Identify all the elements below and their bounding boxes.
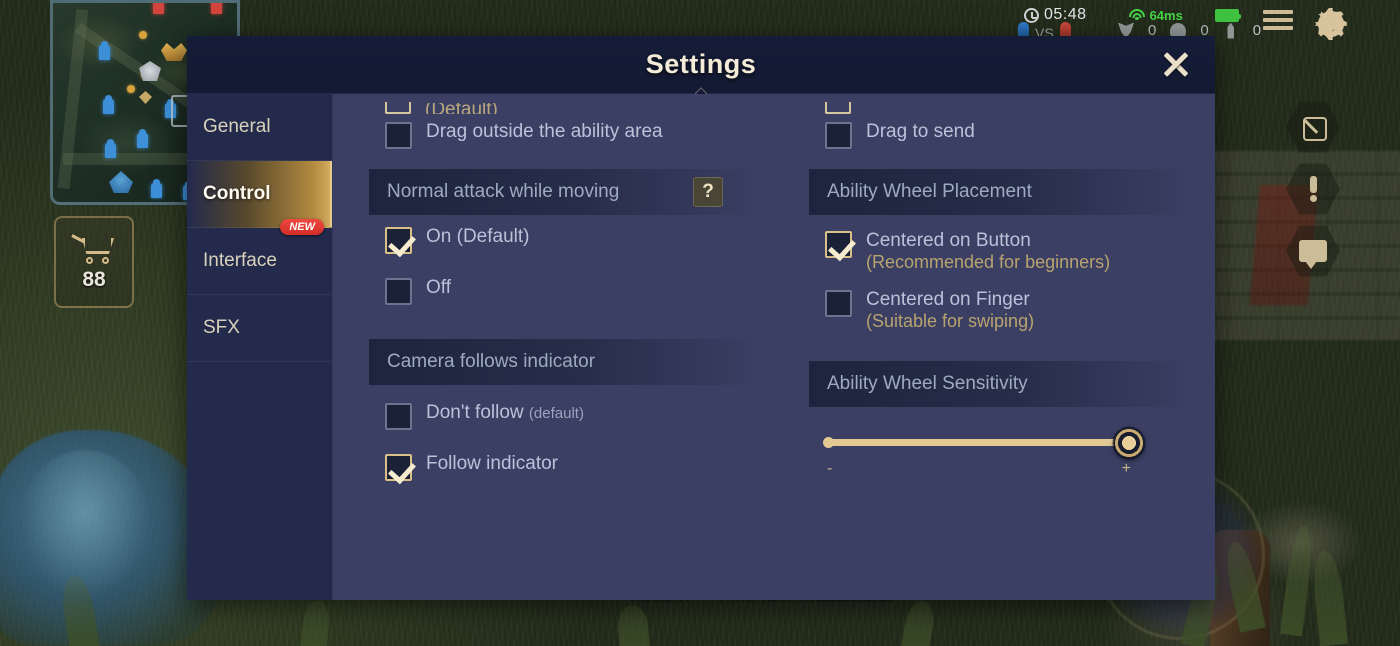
- page-title: Settings: [645, 49, 757, 79]
- close-icon: [1163, 52, 1189, 77]
- section-title: Ability Wheel Sensitivity: [827, 373, 1028, 395]
- option-label-text: Centered on Button: [866, 230, 1031, 251]
- clock-icon: [1024, 7, 1039, 23]
- option-follow-indicator[interactable]: Follow indicator: [369, 436, 757, 487]
- minimap-jungle-camp: [127, 85, 135, 93]
- section-title: Ability Wheel Placement: [827, 181, 1032, 202]
- checkbox[interactable]: [385, 403, 412, 430]
- towers-icon: [1227, 22, 1234, 39]
- option-label-text: Don't follow: [426, 402, 524, 423]
- slider-end-labels: - +: [827, 460, 1131, 478]
- section-ability-wheel-sensitivity: Ability Wheel Sensitivity: [809, 361, 1189, 408]
- checkbox[interactable]: [385, 227, 412, 254]
- slider-knob[interactable]: [1113, 427, 1145, 459]
- option-label-hint: (default): [528, 405, 584, 422]
- help-icon-button[interactable]: ?: [693, 177, 723, 207]
- gear-icon[interactable]: [1312, 6, 1349, 42]
- checkbox[interactable]: [385, 454, 412, 481]
- slider-track[interactable]: [823, 427, 1145, 459]
- sidebar-item-general[interactable]: General: [187, 94, 332, 161]
- slider-min-label: -: [827, 460, 833, 478]
- section-normal-attack-while-moving: Normal attack while moving ?: [369, 169, 757, 215]
- option-dont-follow[interactable]: Don't follow (default): [369, 389, 757, 436]
- settings-content: (Default) Drag outside the ability area …: [333, 94, 1215, 600]
- checkbox[interactable]: [385, 122, 412, 149]
- option-label: Drag outside the ability area: [426, 121, 663, 142]
- close-button[interactable]: [1157, 46, 1195, 84]
- sidebar-item-control[interactable]: Control: [187, 161, 332, 228]
- option-label: Follow indicator: [426, 453, 558, 474]
- minimap-jungle-camp: [139, 31, 147, 39]
- option-label: On (Default): [426, 226, 530, 247]
- minimap-tower-blue: [151, 179, 162, 198]
- settings-columns: (Default) Drag outside the ability area …: [369, 94, 1189, 600]
- minimap-tower-red: [153, 3, 164, 14]
- checkbox[interactable]: [825, 290, 852, 318]
- minimap-base-marker: [109, 171, 133, 193]
- edit-marker-icon: [1300, 114, 1326, 140]
- minimap-tower-red: [211, 3, 222, 14]
- ping-text: 64ms: [1149, 8, 1183, 23]
- checkbox[interactable]: [825, 231, 852, 258]
- option-label-sub: (Recommended for beginners): [866, 252, 1111, 273]
- sidebar-item-label: SFX: [203, 317, 240, 338]
- sidebar-item-sfx[interactable]: SFX: [187, 295, 332, 362]
- cut-off-checkbox[interactable]: [825, 102, 851, 114]
- option-label: Centered on Button (Recommended for begi…: [866, 229, 1110, 274]
- settings-dialog: Settings General Control NEW Interface S…: [187, 36, 1215, 600]
- sidebar-item-label: General: [203, 116, 271, 137]
- section-title: Normal attack while moving: [387, 181, 620, 202]
- checkbox[interactable]: [825, 122, 852, 149]
- dialog-body: General Control NEW Interface SFX (Defau…: [187, 94, 1215, 600]
- menu-lines-icon[interactable]: [1262, 10, 1293, 30]
- option-drag-to-send[interactable]: Drag to send: [809, 114, 1189, 155]
- gold-amount: 88: [82, 268, 106, 291]
- option-centered-on-button[interactable]: Centered on Button (Recommended for begi…: [809, 219, 1189, 280]
- slider-max-label: +: [1121, 460, 1131, 478]
- shopping-cart-icon: [71, 232, 116, 264]
- cut-off-option-row[interactable]: [809, 94, 1189, 114]
- network-status: 64ms: [1129, 8, 1183, 23]
- option-drag-outside-ability-area[interactable]: Drag outside the ability area: [369, 114, 757, 155]
- minimap-tower-blue: [137, 129, 148, 148]
- minimap-tower-blue: [103, 95, 114, 114]
- section-camera-follows-indicator: Camera follows indicator: [369, 339, 757, 385]
- section-title: Camera follows indicator: [387, 351, 596, 372]
- minimap-tower-blue: [99, 41, 110, 60]
- wifi-icon: [1129, 9, 1146, 22]
- left-settings-column: (Default) Drag outside the ability area …: [369, 94, 779, 600]
- option-label: Centered on Finger (Suitable for swiping…: [866, 288, 1034, 333]
- cut-off-checkbox[interactable]: [385, 102, 411, 114]
- sidebar-item-interface[interactable]: NEW Interface: [187, 219, 332, 295]
- alert-exclamation-icon: [1309, 176, 1317, 202]
- battery-icon: [1214, 9, 1241, 22]
- option-label: Off: [426, 277, 451, 298]
- cut-off-option-row[interactable]: (Default): [369, 94, 757, 114]
- cut-off-label: (Default): [425, 103, 498, 114]
- new-badge: NEW: [280, 219, 324, 235]
- option-centered-on-finger[interactable]: Centered on Finger (Suitable for swiping…: [809, 280, 1189, 339]
- option-normal-attack-off[interactable]: Off: [369, 260, 757, 311]
- sidebar-item-label: Interface: [203, 250, 277, 271]
- sensitivity-slider[interactable]: - +: [809, 411, 1189, 478]
- minimap-ward: [139, 91, 152, 104]
- shop-button[interactable]: 88: [54, 216, 134, 308]
- minimap-tower-blue: [105, 139, 116, 158]
- towers-count: 0: [1252, 22, 1262, 39]
- option-normal-attack-on[interactable]: On (Default): [369, 219, 757, 260]
- section-ability-wheel-placement: Ability Wheel Placement: [809, 169, 1189, 215]
- option-label-sub: (Suitable for swiping): [866, 311, 1035, 332]
- right-settings-column: Drag to send Ability Wheel Placement Cen…: [779, 94, 1189, 600]
- option-label: Don't follow (default): [426, 401, 584, 424]
- minimap-objective-crest: [161, 43, 187, 61]
- option-label: Drag to send: [866, 121, 975, 142]
- option-label-text: Centered on Finger: [866, 289, 1030, 311]
- sidebar-item-label: Control: [203, 183, 271, 204]
- settings-sidebar: General Control NEW Interface SFX: [187, 94, 333, 600]
- checkbox[interactable]: [385, 278, 412, 305]
- chat-bubble-icon: [1299, 240, 1327, 269]
- dialog-header: Settings: [187, 36, 1215, 100]
